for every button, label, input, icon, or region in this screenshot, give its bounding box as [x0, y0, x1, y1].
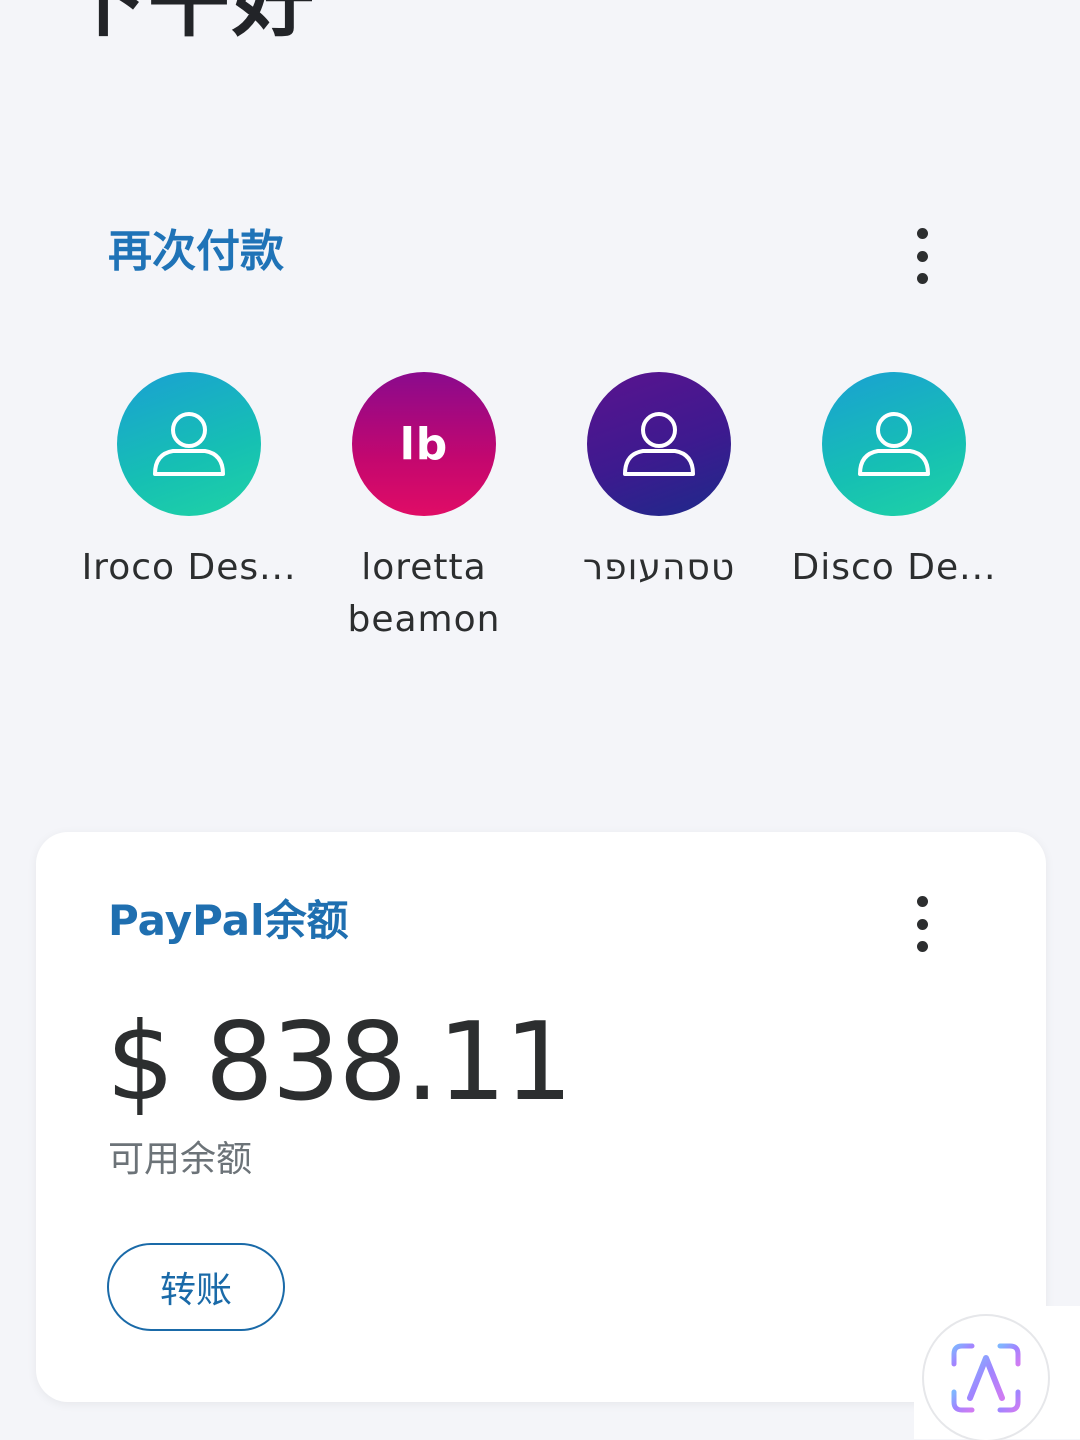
contact-item[interactable]: lb loretta beamon [314, 372, 534, 646]
transfer-button[interactable]: 转账 [107, 1243, 285, 1331]
balance-amount: $ 838.11 [106, 1000, 573, 1125]
balance-more-button[interactable] [902, 892, 942, 956]
more-vertical-icon [916, 896, 928, 907]
balance-card-title: PayPal余额 [108, 896, 349, 945]
contact-item[interactable]: Disco De... [784, 372, 1004, 594]
contact-item[interactable]: טסהעופר [549, 372, 769, 594]
contact-name: טסהעופר [582, 547, 736, 588]
avatar [117, 372, 261, 516]
person-icon [153, 412, 225, 476]
contact-name: Disco De... [791, 547, 997, 588]
pay-again-contacts: Iroco Des... lb loretta beamon טסהעופר D… [0, 372, 1080, 672]
text-recognition-icon [951, 1343, 1021, 1413]
avatar-initials: lb [399, 418, 449, 470]
avatar [822, 372, 966, 516]
paypal-balance-card[interactable]: PayPal余额 $ 838.11 可用余额 转账 [36, 832, 1046, 1402]
avatar [587, 372, 731, 516]
balance-amount-label: 可用余额 [108, 1139, 253, 1180]
pay-again-title: 再次付款 [108, 226, 284, 277]
pay-again-more-button[interactable] [902, 224, 942, 288]
contact-name: Iroco Des... [81, 547, 297, 588]
contact-name: loretta beamon [347, 547, 501, 640]
more-vertical-icon [916, 228, 928, 239]
person-icon [858, 412, 930, 476]
contact-item[interactable]: Iroco Des... [79, 372, 299, 594]
text-recognition-button[interactable] [924, 1316, 1048, 1440]
person-icon [623, 412, 695, 476]
greeting-title: 下午好 [64, 0, 317, 48]
avatar: lb [352, 372, 496, 516]
